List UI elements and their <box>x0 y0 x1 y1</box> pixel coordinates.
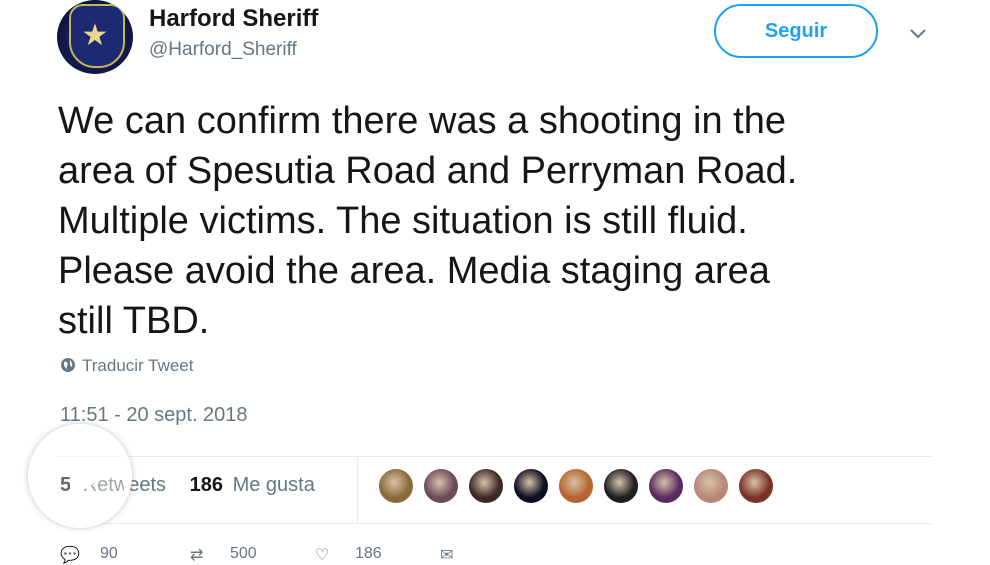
translate-tweet-link[interactable]: Traducir Tweet <box>60 356 194 376</box>
like-icon[interactable]: ♡ <box>315 545 329 565</box>
chevron-down-icon[interactable] <box>907 22 929 44</box>
message-icon[interactable]: ✉ <box>440 545 453 565</box>
liker-avatar-8[interactable] <box>692 467 730 505</box>
liker-avatar-9[interactable] <box>737 467 775 505</box>
like-count[interactable]: 186 <box>355 545 382 563</box>
retweet-count[interactable]: 500 <box>230 545 257 563</box>
play-triangle <box>70 454 106 498</box>
liker-avatar-4[interactable] <box>512 467 550 505</box>
star-icon: ★ <box>81 19 109 52</box>
follow-button[interactable]: Seguir <box>714 4 878 58</box>
retweet-icon[interactable]: ⇄ <box>190 545 203 565</box>
profile-avatar[interactable]: ★ <box>57 0 133 74</box>
liker-avatar-5[interactable] <box>557 467 595 505</box>
liker-avatar-6[interactable] <box>602 467 640 505</box>
divider-bottom <box>57 523 932 524</box>
liker-avatar-2[interactable] <box>422 467 460 505</box>
globe-icon <box>61 358 75 372</box>
likes-label[interactable]: Me gusta <box>233 474 315 496</box>
liker-avatar-7[interactable] <box>647 467 685 505</box>
translate-label[interactable]: Traducir Tweet <box>82 356 194 375</box>
likes-count[interactable]: 186 <box>190 474 223 496</box>
liker-avatar-3[interactable] <box>467 467 505 505</box>
reply-icon[interactable]: 💬 <box>60 545 80 565</box>
display-name[interactable]: Harford Sheriff <box>149 5 318 33</box>
user-handle[interactable]: @Harford_Sheriff <box>149 39 297 61</box>
reply-count[interactable]: 90 <box>100 545 118 563</box>
tweet-timestamp[interactable]: 11:51 - 20 sept. 2018 <box>60 404 248 427</box>
tweet-text: We can confirm there was a shooting in t… <box>58 100 798 342</box>
stats-divider <box>357 457 358 523</box>
play-icon[interactable] <box>28 424 132 528</box>
divider-top <box>57 456 932 457</box>
liker-avatar-1[interactable] <box>377 467 415 505</box>
